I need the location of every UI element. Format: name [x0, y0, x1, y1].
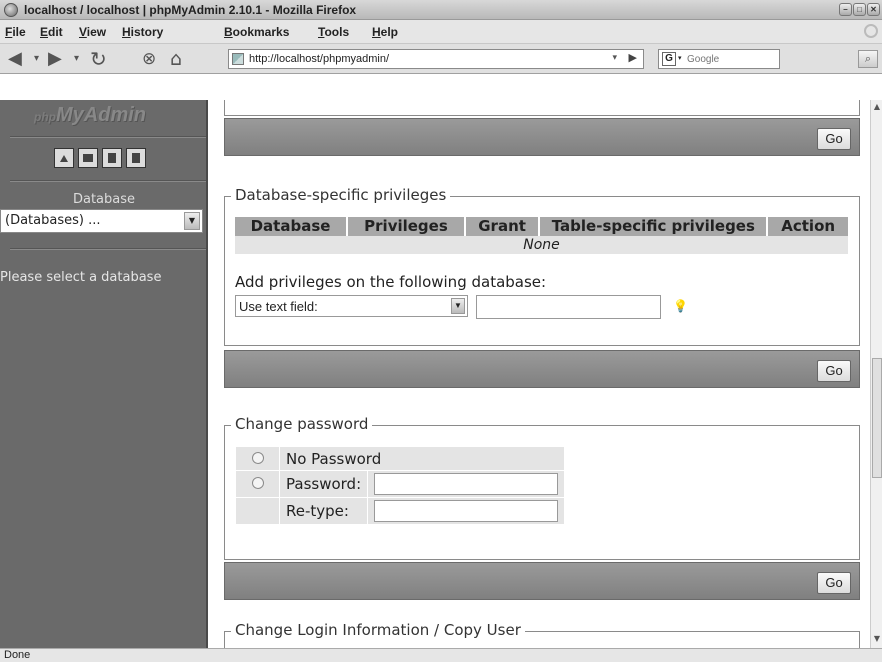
go-button[interactable]: Go: [817, 360, 851, 382]
database-name-input[interactable]: [476, 295, 661, 319]
menu-view[interactable]: View: [79, 25, 106, 39]
url-text: http://localhost/phpmyadmin/: [249, 53, 390, 65]
select-database-hint: Please select a database: [0, 270, 162, 285]
change-login-legend: Change Login Information / Copy User: [231, 621, 525, 639]
no-password-radio[interactable]: [251, 451, 264, 464]
password-radio[interactable]: [251, 477, 264, 489]
table-row: None: [235, 236, 848, 254]
chevron-down-icon[interactable]: ▼: [451, 298, 465, 314]
forward-icon[interactable]: ▶: [48, 48, 62, 70]
lightbulb-icon: 💡: [673, 299, 688, 313]
page-icon: [232, 53, 244, 65]
table-footer: Go: [224, 350, 860, 388]
menu-history[interactable]: History: [122, 25, 163, 39]
google-icon[interactable]: G: [662, 52, 676, 66]
menu-bar: File Edit View History Bookmarks Tools H…: [0, 20, 882, 44]
window-title: localhost / localhost | phpMyAdmin 2.10.…: [24, 3, 357, 17]
title-bar: localhost / localhost | phpMyAdmin 2.10.…: [0, 0, 882, 20]
column-header: Privileges: [347, 217, 466, 236]
go-button[interactable]: Go: [817, 128, 851, 150]
go-arrow-icon[interactable]: ▶: [629, 51, 637, 64]
retype-label: Re-type:: [278, 497, 369, 525]
status-bar: Done: [0, 648, 882, 662]
go-button[interactable]: Go: [817, 572, 851, 594]
column-header: Database: [235, 217, 349, 236]
change-password-fieldset: Change password No Password Password: Re…: [224, 415, 860, 560]
sql-docs-icon[interactable]: [126, 148, 146, 168]
database-select[interactable]: Use text field: ▼: [235, 295, 468, 317]
documentation-icon[interactable]: [102, 148, 122, 168]
no-password-label: No Password: [278, 446, 566, 471]
chevron-down-icon[interactable]: ▼: [184, 212, 200, 230]
add-privileges-label: Add privileges on the following database…: [235, 273, 547, 291]
table-footer: Go: [224, 118, 860, 156]
database-privileges-fieldset: Database-specific privileges Database Pr…: [224, 186, 860, 346]
search-input[interactable]: [687, 52, 777, 66]
minimize-icon[interactable]: –: [839, 3, 852, 16]
change-login-fieldset: Change Login Information / Copy User: [224, 621, 860, 648]
database-privileges-legend: Database-specific privileges: [231, 186, 451, 204]
previous-fieldset: [224, 100, 860, 116]
back-icon[interactable]: ◀: [8, 48, 22, 70]
retype-password-input[interactable]: [374, 500, 559, 522]
search-icon[interactable]: ⌕: [858, 50, 878, 68]
menu-edit[interactable]: Edit: [40, 25, 63, 39]
divider: [10, 180, 206, 182]
divider: [10, 248, 206, 250]
table-header-row: Database Privileges Grant Table-specific…: [235, 217, 848, 236]
table-row: Re-type:: [235, 497, 566, 525]
scroll-up-icon[interactable]: ▲: [872, 102, 882, 112]
phpmyadmin-logo[interactable]: phpMyAdmin: [34, 104, 146, 127]
password-input[interactable]: [374, 473, 559, 495]
forward-dropdown-icon[interactable]: ▾: [74, 48, 79, 70]
reload-icon[interactable]: ↻: [90, 48, 107, 70]
search-bar[interactable]: G ▾: [658, 49, 780, 69]
change-password-legend: Change password: [231, 415, 373, 433]
column-header: Action: [767, 217, 848, 236]
menu-file[interactable]: File: [5, 25, 26, 39]
firefox-icon: [4, 3, 18, 17]
quick-links: [54, 148, 146, 168]
home-icon[interactable]: [54, 148, 74, 168]
divider: [10, 136, 206, 138]
left-frame: phpMyAdmin Database (Databases) ... ▼ Pl…: [0, 100, 208, 648]
column-header: Grant: [464, 217, 541, 236]
scrollbar-thumb[interactable]: [872, 358, 882, 478]
database-privileges-table: Database Privileges Grant Table-specific…: [235, 217, 848, 254]
column-header: Table-specific privileges: [539, 217, 769, 236]
close-icon[interactable]: ✕: [867, 3, 880, 16]
menu-bookmarks[interactable]: Bookmarks: [224, 25, 289, 39]
back-dropdown-icon[interactable]: ▾: [34, 48, 39, 70]
stop-icon[interactable]: ⊗: [142, 48, 156, 70]
url-bar[interactable]: http://localhost/phpmyadmin/ ▾ ▶: [228, 49, 644, 69]
database-label: Database: [72, 192, 136, 207]
home-icon[interactable]: ⌂: [170, 48, 182, 70]
empty-row-text: None: [235, 236, 848, 254]
table-footer: Go: [224, 562, 860, 600]
window-controls: – □ ✕: [839, 3, 880, 16]
maximize-icon[interactable]: □: [853, 3, 866, 16]
menu-tools[interactable]: Tools: [318, 25, 349, 39]
throbber-icon: [864, 24, 878, 38]
search-engine-dropdown-icon[interactable]: ▾: [678, 54, 682, 62]
status-text: Done: [4, 649, 31, 661]
url-dropdown-icon[interactable]: ▾: [612, 52, 617, 63]
change-password-table: No Password Password: Re-type:: [235, 446, 566, 525]
table-row: No Password: [235, 446, 566, 471]
database-select[interactable]: (Databases) ... ▼: [0, 209, 203, 233]
password-label: Password:: [278, 470, 369, 498]
query-window-icon[interactable]: [78, 148, 98, 168]
table-row: Password:: [235, 470, 566, 498]
main-frame: Go Database-specific privileges Database…: [210, 100, 870, 648]
vertical-scrollbar[interactable]: ▲ ▼: [870, 100, 882, 648]
menu-help[interactable]: Help: [372, 25, 398, 39]
scroll-down-icon[interactable]: ▼: [872, 634, 882, 644]
navigation-toolbar: ◀ ▾ ▶ ▾ ↻ ⊗ ⌂ http://localhost/phpmyadmi…: [0, 44, 882, 74]
